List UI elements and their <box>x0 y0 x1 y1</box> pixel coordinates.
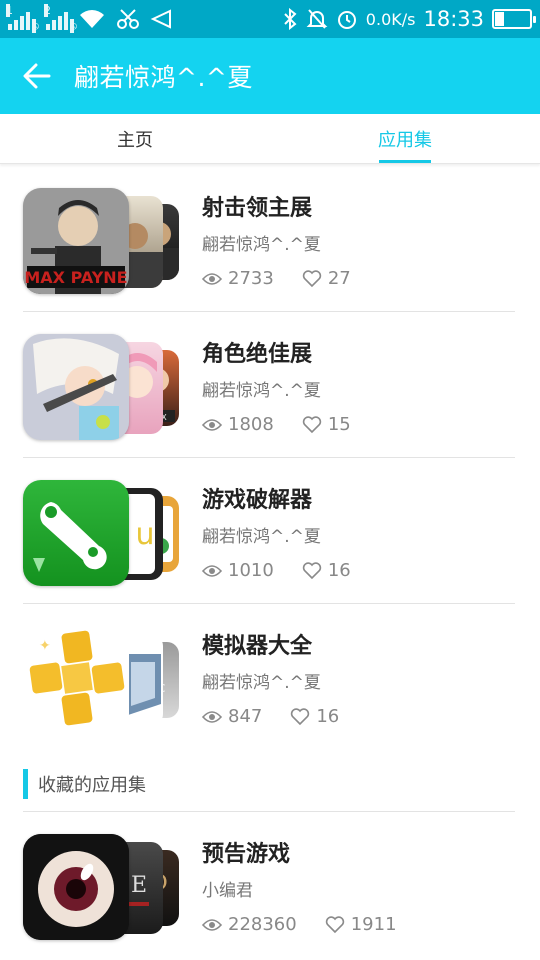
sim1-label: 1 <box>6 4 13 17</box>
section-title: 收藏的应用集 <box>38 774 146 796</box>
collection-thumbnails: tic ✦ <box>23 626 183 732</box>
heart-icon <box>302 269 321 287</box>
signal-sim1-icon: 1 ⦸ <box>6 4 40 33</box>
send-icon <box>150 9 171 29</box>
collection-item[interactable]: tic ✦ 模拟器大全 翩若惊鸿^.^夏 <box>0 604 540 750</box>
app-icon: ✦ <box>23 626 129 732</box>
collection-thumbnails: u <box>23 480 183 586</box>
app-bar: 翩若惊鸿^.^夏 <box>0 38 540 114</box>
view-count-value: 847 <box>228 706 263 727</box>
like-count: 1911 <box>325 914 397 935</box>
like-count-value: 27 <box>327 268 351 289</box>
like-count: 16 <box>302 560 351 581</box>
collection-name: 模拟器大全 <box>202 634 313 659</box>
collection-name: 游戏破解器 <box>202 488 313 513</box>
heart-icon <box>325 915 344 933</box>
eye-icon <box>202 272 222 285</box>
view-count-value: 1808 <box>228 414 274 435</box>
like-count-value: 15 <box>327 414 351 435</box>
signal-sim2-icon: 2 ⦸ <box>44 4 78 33</box>
collection-author: 翩若惊鸿^.^夏 <box>202 381 321 401</box>
eye-icon <box>202 564 222 577</box>
eye-icon <box>202 710 222 723</box>
view-count: 847 <box>202 706 262 727</box>
scissors-icon <box>117 9 139 29</box>
like-count: 16 <box>290 706 339 727</box>
svg-text:E: E <box>131 873 147 898</box>
heart-icon <box>291 707 310 725</box>
app-icon <box>23 334 129 440</box>
collection-author: 翩若惊鸿^.^夏 <box>202 235 321 255</box>
battery-icon <box>492 9 536 29</box>
collection-item[interactable]: u 游戏破解器 翩若惊鸿^.^夏 1010 16 <box>0 458 540 604</box>
view-count-value: 228360 <box>228 914 297 935</box>
network-speed: 0.0K/s <box>365 9 416 29</box>
collection-thumbnails: D E <box>23 834 183 940</box>
tab-home[interactable]: 主页 <box>0 114 270 163</box>
collection-item[interactable]: MAX PAYNE 射击领主展 翩若惊鸿^.^夏 2733 27 <box>0 166 540 312</box>
svg-text:MAX PAYNE: MAX PAYNE <box>24 268 127 287</box>
tab-app-collections[interactable]: 应用集 <box>270 114 540 163</box>
collection-thumbnails: CNIX <box>23 334 183 440</box>
view-count: 2733 <box>202 268 274 289</box>
favorites-section-header: 收藏的应用集 <box>23 764 515 812</box>
like-count-value: 16 <box>327 560 351 581</box>
collection-author: 翩若惊鸿^.^夏 <box>202 527 321 547</box>
heart-icon <box>302 561 321 579</box>
page-title: 翩若惊鸿^.^夏 <box>74 63 253 92</box>
clock: 18:33 <box>423 7 484 31</box>
bluetooth-icon <box>284 8 297 30</box>
like-count-value: 16 <box>316 706 340 727</box>
collection-thumbnails: MAX PAYNE <box>23 188 183 294</box>
view-count: 228360 <box>202 914 297 935</box>
like-count: 15 <box>302 414 351 435</box>
sim2-label: 2 <box>44 4 51 17</box>
bell-muted-icon <box>306 9 328 29</box>
alarm-icon <box>337 11 356 29</box>
arrow-left-icon <box>23 63 51 89</box>
svg-text:u: u <box>135 517 154 552</box>
view-count-value: 2733 <box>228 268 274 289</box>
tab-bar: 主页 应用集 <box>0 114 540 164</box>
svg-text:✦: ✦ <box>39 638 51 654</box>
wifi-icon <box>80 10 104 28</box>
collection-author: 小编君 <box>202 881 253 901</box>
collection-author: 翩若惊鸿^.^夏 <box>202 673 321 693</box>
eye-icon <box>202 918 222 931</box>
eye-icon <box>202 418 222 431</box>
like-count: 27 <box>302 268 351 289</box>
view-count-value: 1010 <box>228 560 274 581</box>
collection-item[interactable]: CNIX 角色绝佳展 翩若惊鸿^.^夏 <box>0 312 540 458</box>
collection-name: 角色绝佳展 <box>202 342 313 367</box>
favorite-collection-item[interactable]: D E 预告游戏 小编君 228360 1911 <box>0 812 540 958</box>
status-bar: 1 ⦸ 2 ⦸ 0.0K/s 18:33 <box>0 0 540 38</box>
back-button[interactable] <box>0 38 74 114</box>
section-accent-bar <box>23 768 28 799</box>
collection-name: 预告游戏 <box>202 842 291 867</box>
like-count-value: 1911 <box>350 914 397 935</box>
app-icon <box>23 834 129 940</box>
view-count: 1808 <box>202 414 274 435</box>
app-icon: MAX PAYNE <box>23 188 129 294</box>
collection-name: 射击领主展 <box>202 196 313 221</box>
heart-icon <box>302 415 321 433</box>
view-count: 1010 <box>202 560 274 581</box>
app-icon <box>23 480 129 586</box>
